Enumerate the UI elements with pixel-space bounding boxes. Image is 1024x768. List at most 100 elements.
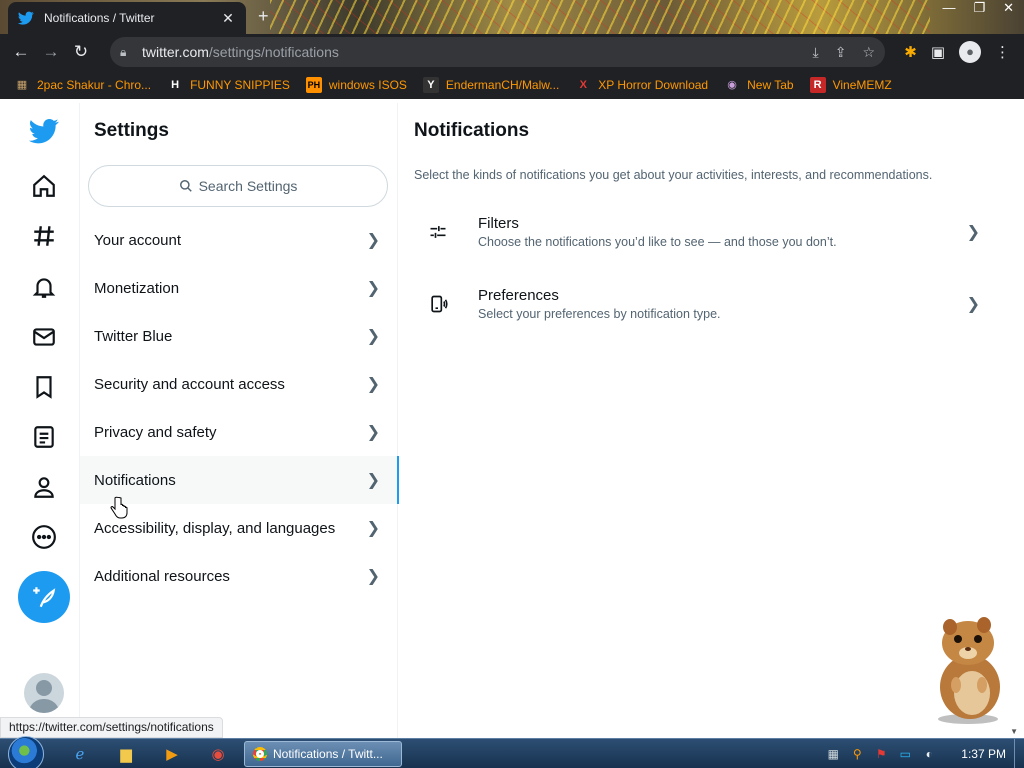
feather-plus-icon — [33, 587, 56, 608]
tray-search-icon[interactable]: ⚲ — [849, 746, 865, 762]
side-panel-icon[interactable]: ▣ — [931, 43, 945, 61]
chevron-right-icon: ❯ — [366, 520, 380, 537]
chevron-right-icon: ❯ — [366, 568, 380, 585]
chevron-right-icon: ❯ — [366, 472, 380, 489]
bookmark-item[interactable]: ▦ 2pac Shakur - Chro... — [14, 77, 151, 93]
reload-icon[interactable]: ↻ — [66, 42, 96, 62]
twitter-page: Settings Search Settings Your account ❯ … — [0, 103, 1024, 738]
filters-option[interactable]: Filters Choose the notifications you’d l… — [398, 200, 998, 264]
profile-avatar-icon[interactable]: ● — [959, 41, 981, 63]
bookmarks-bar: ▦ 2pac Shakur - Chro... H FUNNY SNIPPIES… — [0, 70, 1024, 99]
chevron-right-icon: ❯ — [966, 296, 980, 313]
lock-icon[interactable]: 🔒︎ — [120, 45, 142, 60]
option-title: Preferences — [478, 287, 559, 304]
address-bar[interactable]: 🔒︎ twitter.com /settings/notifications ⤓… — [110, 37, 885, 67]
bookmark-item[interactable]: PH windows ISOS — [305, 76, 407, 93]
taskbar-window-label: Notifications / Twitt... — [273, 747, 383, 761]
profile-icon[interactable] — [24, 467, 64, 507]
tray-volume-icon[interactable]: ◐ — [921, 746, 937, 762]
lists-icon[interactable] — [24, 417, 64, 457]
globe-favicon-icon: ◉ — [727, 78, 737, 91]
url-host: twitter.com — [142, 44, 209, 60]
settings-item-security[interactable]: Security and account access ❯ — [80, 360, 398, 408]
settings-item-additional-resources[interactable]: Additional resources ❯ — [80, 552, 398, 600]
browser-menu-icon[interactable]: ⋮ — [995, 43, 1010, 61]
explore-hashtag-icon[interactable] — [24, 216, 64, 256]
scroll-down-arrow-icon[interactable]: ▼ — [1010, 727, 1018, 736]
window-close-icon[interactable]: ✕ — [1003, 0, 1014, 18]
bookmark-item[interactable]: ◉ New Tab — [724, 77, 793, 93]
settings-item-label: Twitter Blue — [94, 327, 173, 345]
home-icon[interactable] — [24, 166, 64, 206]
tray-flag-icon[interactable]: ⚑ — [873, 746, 889, 762]
settings-item-your-account[interactable]: Your account ❯ — [80, 216, 398, 264]
bookmarks-icon[interactable] — [24, 367, 64, 407]
bookmark-item[interactable]: Y EndermanCH/Malw... — [422, 76, 559, 93]
bookmark-item[interactable]: X XP Horror Download — [575, 77, 709, 93]
tab-title: Notifications / Twitter — [44, 11, 155, 25]
compose-tweet-button[interactable] — [18, 571, 70, 623]
device-notification-icon — [426, 292, 450, 316]
file-explorer-icon[interactable]: ▆ — [106, 742, 146, 766]
settings-item-twitter-blue[interactable]: Twitter Blue ❯ — [80, 312, 398, 360]
install-app-icon[interactable]: ⤓ — [813, 44, 819, 61]
taskbar-clock[interactable]: 1:37 PM — [961, 747, 1006, 761]
media-player-icon[interactable]: ▶ — [152, 742, 192, 766]
back-icon[interactable]: ← — [6, 42, 36, 62]
settings-item-label: Privacy and safety — [94, 423, 217, 441]
chevron-right-icon: ❯ — [366, 376, 380, 393]
account-avatar[interactable] — [24, 673, 64, 713]
minimize-icon[interactable]: — — [942, 0, 955, 18]
search-settings-input[interactable]: Search Settings — [88, 165, 388, 207]
settings-column: Settings Search Settings Your account ❯ … — [80, 103, 399, 738]
settings-item-label: Monetization — [94, 279, 180, 297]
bookmark-item[interactable]: R VineMEMZ — [809, 76, 892, 93]
new-tab-button[interactable]: + — [258, 6, 269, 27]
notifications-bell-icon[interactable] — [24, 267, 64, 307]
bookmark-label: 2pac Shakur - Chro... — [37, 77, 152, 92]
settings-item-label: Additional resources — [94, 567, 230, 585]
bandicam-icon[interactable]: ◉ — [198, 742, 238, 766]
url-path: /settings/notifications — [208, 44, 339, 60]
primary-nav — [0, 103, 80, 738]
internet-explorer-icon[interactable]: ℯ — [60, 742, 100, 766]
bookmark-star-icon[interactable]: ☆ — [862, 44, 875, 61]
chevron-right-icon: ❯ — [366, 328, 380, 345]
tab-close-icon[interactable]: ✕ — [220, 10, 236, 27]
bookmark-label: windows ISOS — [328, 77, 407, 92]
ph-favicon-icon: PH — [305, 76, 322, 93]
bookmark-item[interactable]: H FUNNY SNIPPIES — [167, 77, 290, 93]
restore-icon[interactable]: ❐ — [973, 0, 985, 18]
settings-item-privacy[interactable]: Privacy and safety ❯ — [80, 408, 398, 456]
browser-toolbar: ← → ↻ 🔒︎ twitter.com /settings/notificat… — [0, 34, 1024, 70]
page-title: Notifications — [414, 120, 530, 141]
more-options-icon[interactable] — [24, 517, 64, 557]
default-avatar-icon — [28, 680, 60, 713]
tray-network-icon[interactable]: ▭ — [897, 746, 913, 762]
settings-item-label: Security and account access — [94, 375, 285, 393]
option-title: Filters — [478, 215, 519, 232]
browser-tab-active[interactable]: Notifications / Twitter ✕ — [8, 2, 246, 34]
chevron-right-icon: ❯ — [366, 424, 380, 441]
option-description: Select your preferences by notification … — [478, 307, 721, 321]
option-description: Choose the notifications you’d like to s… — [478, 235, 837, 249]
start-orb-button[interactable] — [8, 736, 44, 768]
share-icon[interactable]: ⇪ — [835, 44, 847, 61]
page-description: Select the kinds of notifications you ge… — [414, 168, 933, 182]
tray-app-icon[interactable]: ▦ — [825, 746, 841, 762]
chrome-icon — [253, 747, 267, 761]
preferences-option[interactable]: Preferences Select your preferences by n… — [398, 272, 998, 336]
settings-item-monetization[interactable]: Monetization ❯ — [80, 264, 398, 312]
chevron-right-icon: ❯ — [366, 232, 380, 249]
extensions-puzzle-icon[interactable]: ✱ — [904, 43, 917, 61]
r-favicon-icon: R — [809, 76, 826, 93]
twitter-logo-icon[interactable] — [24, 111, 64, 151]
forward-icon[interactable]: → — [36, 42, 66, 62]
settings-item-label: Accessibility, display, and languages — [94, 519, 336, 537]
messages-envelope-icon[interactable] — [24, 317, 64, 357]
twitter-favicon-icon — [17, 10, 34, 26]
show-desktop-button[interactable] — [1014, 739, 1024, 768]
taskbar-chrome-window[interactable]: Notifications / Twitt... — [244, 741, 402, 767]
settings-item-label: Notifications — [94, 471, 176, 489]
window-wallpaper-scribble — [270, 0, 930, 34]
